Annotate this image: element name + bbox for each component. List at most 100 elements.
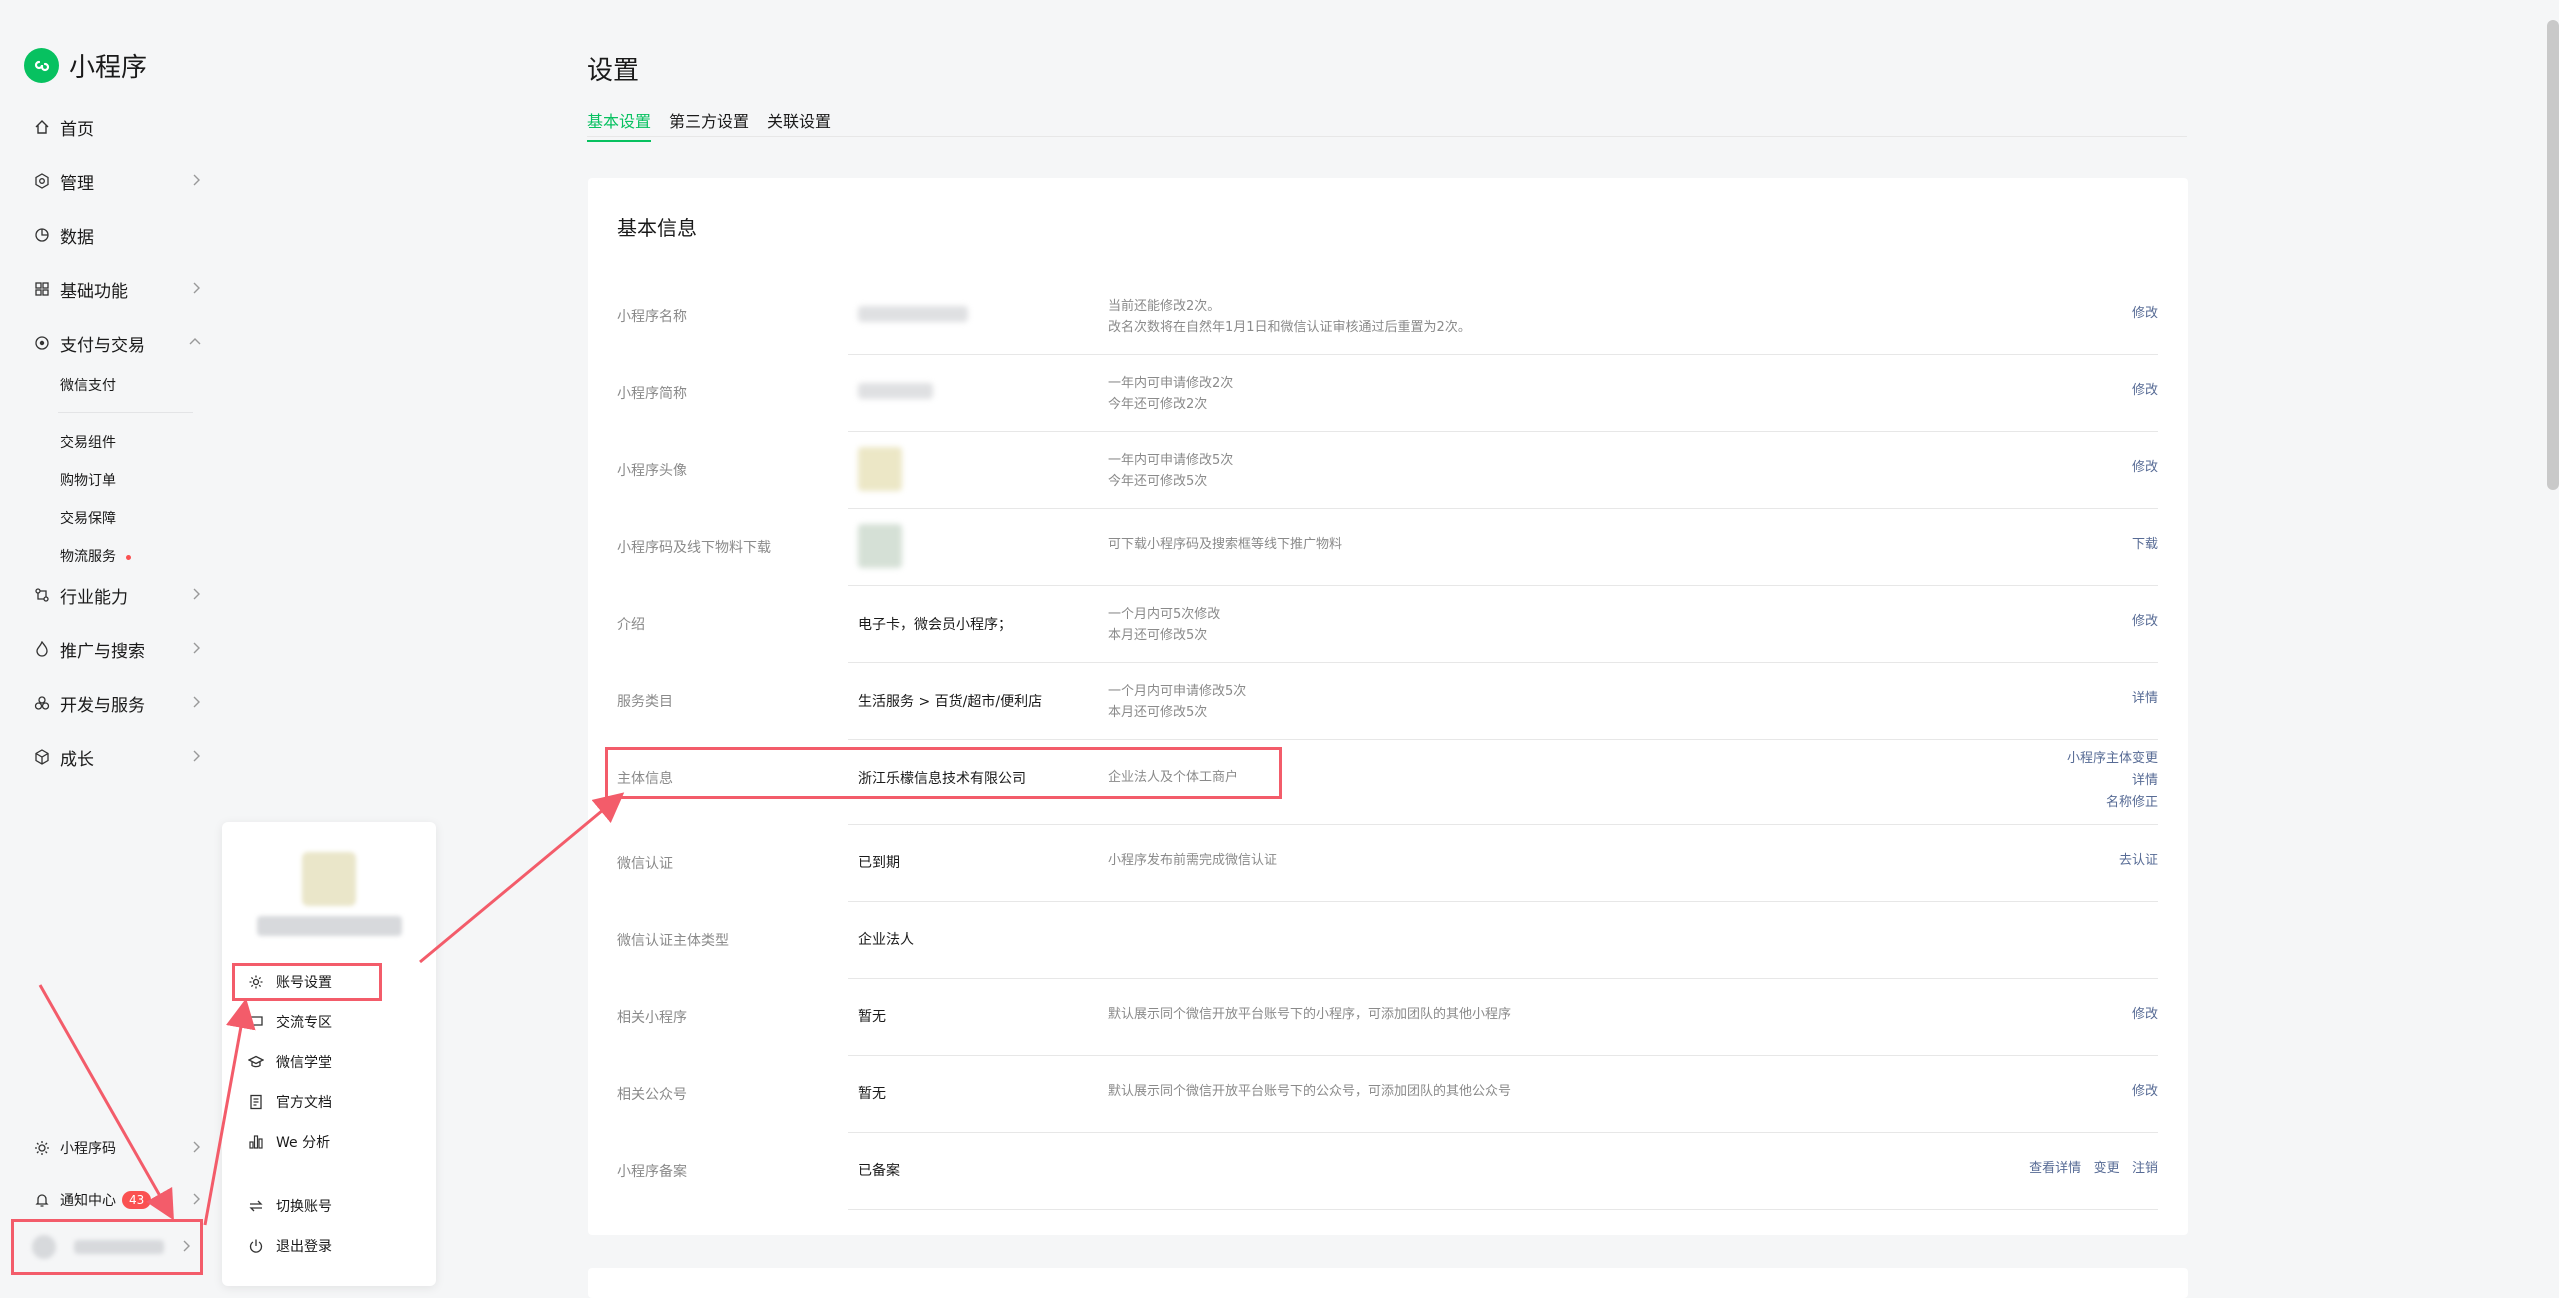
row-actions: 下载 [2132, 534, 2158, 556]
row-value: 已备案 [858, 1163, 900, 1179]
details-link[interactable]: 详情 [2132, 691, 2158, 706]
row-description: 当前还能修改2次。 改名次数将在自然年1月1日和微信认证审核通过后重置为2次。 [1108, 299, 1471, 335]
sidebar-item-dev[interactable]: 开发与服务 [32, 688, 202, 718]
sidebar-item-industry[interactable]: 行业能力 [32, 580, 202, 610]
row-label: 小程序头像 [617, 463, 687, 479]
chevron-right-icon [192, 172, 202, 193]
brand[interactable]: 小程序 [24, 47, 147, 84]
row-label: 介绍 [617, 617, 645, 633]
sidebar-subitem-trade-guarantee[interactable]: 交易保障 [60, 508, 116, 528]
row-value: 电子卡，微会员小程序； [858, 617, 1012, 633]
coin-icon [32, 333, 52, 353]
sidebar-subitem-orders[interactable]: 购物订单 [60, 470, 116, 490]
row-divider [848, 978, 2158, 979]
sidebar-subitem-logistics[interactable]: 物流服务 [60, 546, 131, 566]
chevron-right-icon [192, 586, 202, 607]
row-label: 小程序简称 [617, 386, 687, 402]
sidebar-item-payment[interactable]: 支付与交易 [32, 328, 202, 358]
menu-item-switch-account[interactable]: 切换账号 [246, 1192, 332, 1220]
row-actions: 修改 [2132, 457, 2158, 479]
sidebar-item-label: 管理 [60, 173, 94, 194]
row-actions: 详情 [2132, 688, 2158, 710]
row-divider [848, 431, 2158, 432]
scrollbar[interactable] [2547, 20, 2559, 490]
sidebar-item-label: 行业能力 [60, 587, 128, 608]
bell-icon [32, 1190, 52, 1210]
cancel-filing-link[interactable]: 注销 [2132, 1161, 2158, 1176]
row-actions: 修改 [2132, 380, 2158, 402]
sidebar-item-label: 通知中心 [60, 1193, 116, 1209]
edit-link[interactable]: 修改 [2132, 1007, 2158, 1022]
tabs-divider [587, 136, 2187, 137]
view-details-link[interactable]: 查看详情 [2029, 1161, 2081, 1176]
row-label: 小程序备案 [617, 1164, 687, 1180]
row-divider [848, 585, 2158, 586]
row-divider [848, 824, 2158, 825]
row-value: 暂无 [858, 1009, 886, 1025]
sidebar: 小程序 首页 管理 数据 基础功能 支付与交易 微信支付 交易组件 购物订单 交… [0, 0, 215, 1286]
row-label: 小程序码及线下物料下载 [617, 540, 771, 556]
sidebar-subitem-wechat-pay[interactable]: 微信支付 [60, 375, 116, 395]
chevron-right-icon [192, 280, 202, 301]
row-description: 默认展示同个微信开放平台账号下的公众号，可添加团队的其他公众号 [1108, 1084, 1512, 1099]
row-actions: 去认证 [2119, 850, 2158, 872]
chevron-right-icon [192, 1139, 202, 1159]
row-actions: 修改 [2132, 1004, 2158, 1026]
edit-link[interactable]: 修改 [2132, 460, 2158, 475]
entity-change-link[interactable]: 小程序主体变更 [2067, 748, 2158, 770]
divider [58, 412, 193, 413]
brand-name: 小程序 [69, 53, 148, 83]
sidebar-item-label: 首页 [60, 119, 94, 140]
cube-icon [32, 747, 52, 767]
menu-item-docs[interactable]: 官方文档 [246, 1088, 332, 1116]
avatar [32, 1235, 56, 1259]
menu-item-logout[interactable]: 退出登录 [246, 1232, 332, 1260]
details-link[interactable]: 详情 [2067, 770, 2158, 792]
sidebar-item-label: 支付与交易 [60, 335, 145, 356]
menu-item-label: 交流专区 [276, 1015, 332, 1031]
change-link[interactable]: 变更 [2094, 1161, 2120, 1176]
short-name-value-redacted [858, 383, 933, 399]
edit-link[interactable]: 修改 [2132, 306, 2158, 321]
name-correction-link[interactable]: 名称修正 [2067, 792, 2158, 814]
row-label: 相关公众号 [617, 1087, 687, 1103]
flame-icon [32, 639, 52, 659]
sidebar-subitem-label: 物流服务 [60, 549, 116, 565]
sidebar-item-label: 成长 [60, 749, 94, 770]
row-description: 小程序发布前需完成微信认证 [1108, 853, 1278, 868]
chat-icon [246, 1012, 266, 1032]
menu-item-we-analysis[interactable]: We 分析 [246, 1128, 330, 1156]
menu-item-community[interactable]: 交流专区 [246, 1008, 332, 1036]
card-title: 基本信息 [617, 216, 697, 240]
sidebar-item-basic[interactable]: 基础功能 [32, 274, 202, 304]
sidebar-subitem-trade-component[interactable]: 交易组件 [60, 432, 116, 452]
row-actions: 小程序主体变更 详情 名称修正 [2067, 748, 2158, 814]
row-divider [848, 901, 2158, 902]
row-value: 暂无 [858, 1086, 886, 1102]
chevron-right-icon [192, 694, 202, 715]
row-label: 微信认证 [617, 856, 673, 872]
sidebar-item-notifications[interactable]: 通知中心 43 [32, 1185, 202, 1215]
basic-info-card: 基本信息 小程序名称 当前还能修改2次。 改名次数将在自然年1月1日和微信认证审… [588, 178, 2188, 1235]
row-divider [848, 1132, 2158, 1133]
edit-link[interactable]: 修改 [2132, 614, 2158, 629]
sidebar-item-home[interactable]: 首页 [32, 112, 202, 142]
sidebar-item-qrcode[interactable]: 小程序码 [32, 1133, 202, 1163]
sidebar-item-manage[interactable]: 管理 [32, 166, 202, 196]
chevron-right-icon [192, 748, 202, 769]
sidebar-item-data[interactable]: 数据 [32, 220, 202, 250]
menu-item-wechat-academy[interactable]: 微信学堂 [246, 1048, 332, 1076]
edit-link[interactable]: 修改 [2132, 1084, 2158, 1099]
sidebar-item-growth[interactable]: 成长 [32, 742, 202, 772]
chevron-right-icon [182, 1238, 192, 1258]
download-link[interactable]: 下载 [2132, 537, 2158, 552]
avatar [302, 852, 356, 906]
edit-link[interactable]: 修改 [2132, 383, 2158, 398]
sidebar-item-promotion[interactable]: 推广与搜索 [32, 634, 202, 664]
dev-icon [32, 693, 52, 713]
chevron-right-icon [192, 640, 202, 661]
qrcode-image [858, 524, 902, 568]
certify-link[interactable]: 去认证 [2119, 853, 2158, 868]
account-switcher[interactable] [11, 1219, 203, 1275]
chevron-up-icon [188, 334, 202, 355]
